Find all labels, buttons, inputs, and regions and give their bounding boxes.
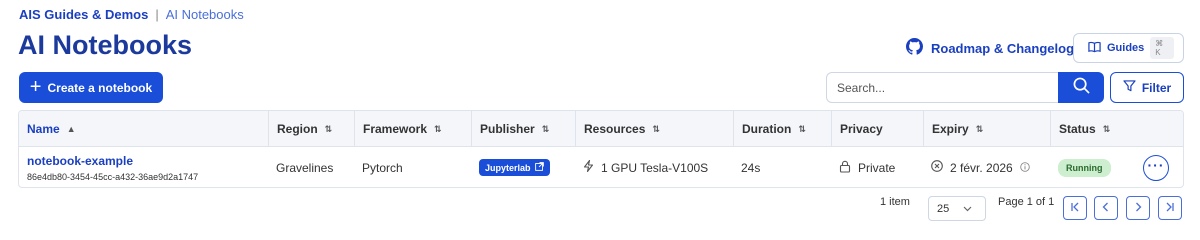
framework-value: Pytorch — [362, 160, 403, 175]
cell-region: Gravelines — [268, 147, 354, 187]
first-page-icon — [1070, 199, 1080, 217]
book-icon — [1088, 41, 1101, 56]
column-header-status[interactable]: Status ⇅ — [1050, 111, 1183, 147]
notebooks-table: Name ▲ Region ⇅ Framework ⇅ Publisher ⇅ … — [18, 110, 1184, 188]
column-label: Duration — [742, 122, 792, 136]
status-badge: Running — [1058, 158, 1111, 177]
plus-icon: + — [29, 75, 42, 98]
cell-expiry: 2 févr. 2026 — [923, 147, 1050, 187]
column-label: Privacy — [840, 122, 883, 136]
cell-duration: 24s — [733, 147, 831, 187]
privacy-value: Private — [858, 160, 896, 175]
chevron-down-icon — [963, 203, 972, 215]
duration-value: 24s — [741, 160, 761, 175]
sort-icon: ⇅ — [434, 123, 442, 134]
notebook-name-link[interactable]: notebook-example — [27, 154, 198, 168]
publisher-label: Jupyterlab — [485, 162, 531, 173]
breadcrumb: AIS Guides & Demos | AI Notebooks — [19, 7, 244, 22]
keyboard-shortcut-badge: ⌘ K — [1150, 37, 1174, 59]
table-header: Name ▲ Region ⇅ Framework ⇅ Publisher ⇅ … — [19, 111, 1183, 147]
breadcrumb-current: AI Notebooks — [165, 7, 244, 22]
previous-page-button[interactable] — [1094, 196, 1118, 220]
cell-privacy: Private — [831, 147, 923, 187]
table-row: notebook-example 86e4db80-3454-45cc-a432… — [19, 147, 1183, 187]
column-header-framework[interactable]: Framework ⇅ — [354, 111, 471, 147]
sort-icon: ⇅ — [798, 123, 806, 134]
notebook-id: 86e4db80-3454-45cc-a432-36ae9d2a1747 — [27, 171, 199, 182]
sort-icon: ⇅ — [1102, 123, 1111, 134]
sort-icon: ⇅ — [324, 123, 333, 134]
cell-framework: Pytorch — [354, 147, 471, 187]
chevron-left-icon — [1101, 199, 1111, 217]
column-label: Publisher — [480, 122, 535, 136]
search-button[interactable] — [1058, 72, 1104, 103]
expiry-value: 2 févr. 2026 — [950, 160, 1013, 175]
info-icon[interactable] — [1019, 161, 1030, 175]
sort-icon: ⇅ — [541, 123, 550, 134]
column-label: Status — [1059, 122, 1096, 136]
item-count: 1 item — [880, 196, 910, 208]
per-page-value: 25 — [937, 202, 950, 215]
sort-icon: ⇅ — [652, 123, 660, 134]
column-header-publisher[interactable]: Publisher ⇅ — [471, 111, 575, 147]
column-label: Framework — [363, 122, 428, 136]
column-label: Expiry — [932, 122, 969, 136]
page-title: AI Notebooks — [18, 30, 193, 60]
column-header-region[interactable]: Region ⇅ — [268, 111, 354, 147]
first-page-button[interactable] — [1063, 196, 1087, 220]
jupyterlab-link-button[interactable]: Jupyterlab — [479, 159, 550, 176]
region-value: Gravelines — [276, 160, 334, 175]
filter-icon — [1123, 80, 1136, 95]
items-per-page-select[interactable]: 25 — [928, 196, 986, 221]
column-header-privacy: Privacy — [831, 111, 923, 147]
page-info: Page 1 of 1 — [998, 196, 1055, 208]
column-header-resources[interactable]: Resources ⇅ — [575, 111, 733, 147]
sort-icon: ⇅ — [975, 123, 984, 134]
create-notebook-button[interactable]: + Create a notebook — [19, 72, 163, 103]
column-header-expiry[interactable]: Expiry ⇅ — [923, 111, 1050, 147]
breadcrumb-root-link[interactable]: AIS Guides & Demos — [19, 7, 148, 22]
guides-button[interactable]: Guides ⌘ K — [1073, 33, 1184, 63]
roadmap-label: Roadmap & Changelog — [931, 40, 1075, 56]
close-circle-icon — [931, 160, 943, 175]
last-page-button[interactable] — [1158, 196, 1182, 220]
column-label: Region — [277, 122, 318, 136]
create-notebook-label: Create a notebook — [47, 80, 153, 95]
lightning-icon — [583, 159, 594, 175]
next-page-button[interactable] — [1126, 196, 1150, 220]
resources-value: 1 GPU Tesla-V100S — [601, 160, 709, 175]
filter-label: Filter — [1141, 80, 1172, 95]
guides-label: Guides — [1107, 42, 1145, 54]
search-icon — [1073, 77, 1090, 99]
column-label: Resources — [584, 122, 646, 136]
column-header-name[interactable]: Name ▲ — [19, 111, 268, 147]
sort-ascending-icon: ▲ — [66, 123, 76, 134]
filter-button[interactable]: Filter — [1110, 72, 1184, 103]
cell-resources: 1 GPU Tesla-V100S — [575, 147, 733, 187]
roadmap-changelog-link[interactable]: Roadmap & Changelog — [906, 38, 1074, 58]
row-actions-menu-button[interactable]: ··· — [1143, 155, 1169, 181]
lock-icon — [839, 160, 851, 176]
breadcrumb-separator: | — [155, 7, 159, 22]
search-input[interactable] — [826, 72, 1060, 103]
column-header-duration[interactable]: Duration ⇅ — [733, 111, 831, 147]
cell-publisher: Jupyterlab — [471, 147, 575, 187]
last-page-icon — [1165, 199, 1175, 217]
external-link-icon — [534, 162, 544, 173]
chevron-right-icon — [1133, 199, 1143, 217]
column-label: Name — [27, 122, 60, 136]
github-icon — [906, 38, 923, 58]
cell-name: notebook-example 86e4db80-3454-45cc-a432… — [19, 147, 268, 187]
